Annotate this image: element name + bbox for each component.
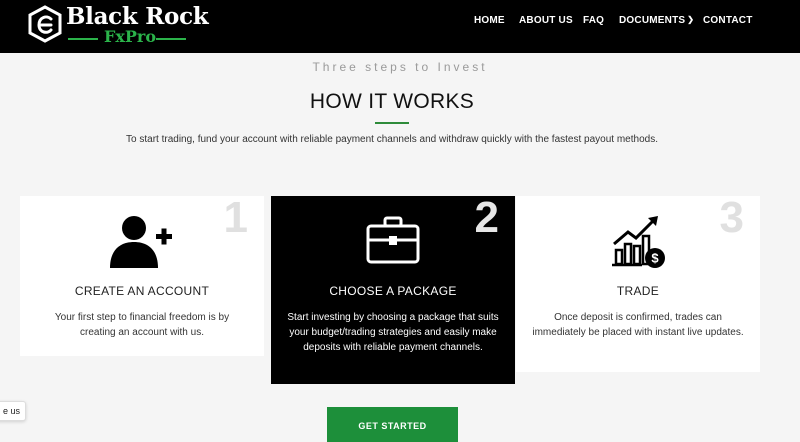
nav-about-us[interactable]: ABOUT US (519, 15, 573, 26)
step-card-choose-package: 2 CHOOSE A PACKAGE Start investing by ch… (271, 196, 515, 384)
step-card-trade: 3 $ TRADE Once deposit is confirmed, tra… (516, 196, 760, 372)
chat-widget-tab[interactable]: e us (0, 401, 26, 421)
section-eyebrow: Three steps to Invest (312, 60, 488, 74)
section-intro: To start trading, fund your account with… (126, 134, 658, 145)
brand-subname: FxPro (104, 27, 157, 46)
step-text: Your first step to financial freedom is … (54, 312, 230, 338)
nav-documents-label: DOCUMENTS (619, 15, 686, 26)
get-started-button[interactable]: GET STARTED (327, 407, 458, 442)
step-card-create-account: 1 CREATE AN ACCOUNT Your first step to f… (20, 196, 264, 356)
title-underline (375, 122, 409, 124)
logo-line-right (156, 38, 186, 40)
chevron-down-icon: ❯ (687, 15, 695, 24)
step-number: 1 (223, 193, 248, 242)
nav-contact[interactable]: CONTACT (703, 15, 753, 26)
step-number: 2 (474, 193, 499, 242)
step-text: Once deposit is confirmed, trades can im… (532, 312, 744, 338)
nav-home[interactable]: HOME (474, 15, 505, 26)
step-number: 3 (719, 193, 744, 242)
brand-name: Black Rock (66, 3, 209, 30)
svg-text:$: $ (651, 251, 659, 266)
step-title: TRADE (616, 284, 660, 298)
nav-documents[interactable]: DOCUMENTS ❯ (619, 15, 694, 26)
add-user-icon (110, 216, 172, 268)
logo-line-left (68, 38, 98, 40)
step-text: Start investing by choosing a package th… (287, 312, 499, 353)
logo-mark-icon (28, 5, 62, 43)
growth-chart-icon: $ (612, 216, 665, 268)
brand-logo[interactable]: Black Rock FxPro (28, 3, 209, 49)
step-title: CREATE AN ACCOUNT (74, 284, 210, 298)
site-header: Black Rock FxPro HOME ABOUT US FAQ DOCUM… (0, 0, 800, 53)
briefcase-icon (366, 216, 420, 264)
step-title: CHOOSE A PACKAGE (329, 284, 457, 298)
nav-faq[interactable]: FAQ (583, 15, 604, 26)
section-title: HOW IT WORKS (309, 90, 475, 113)
